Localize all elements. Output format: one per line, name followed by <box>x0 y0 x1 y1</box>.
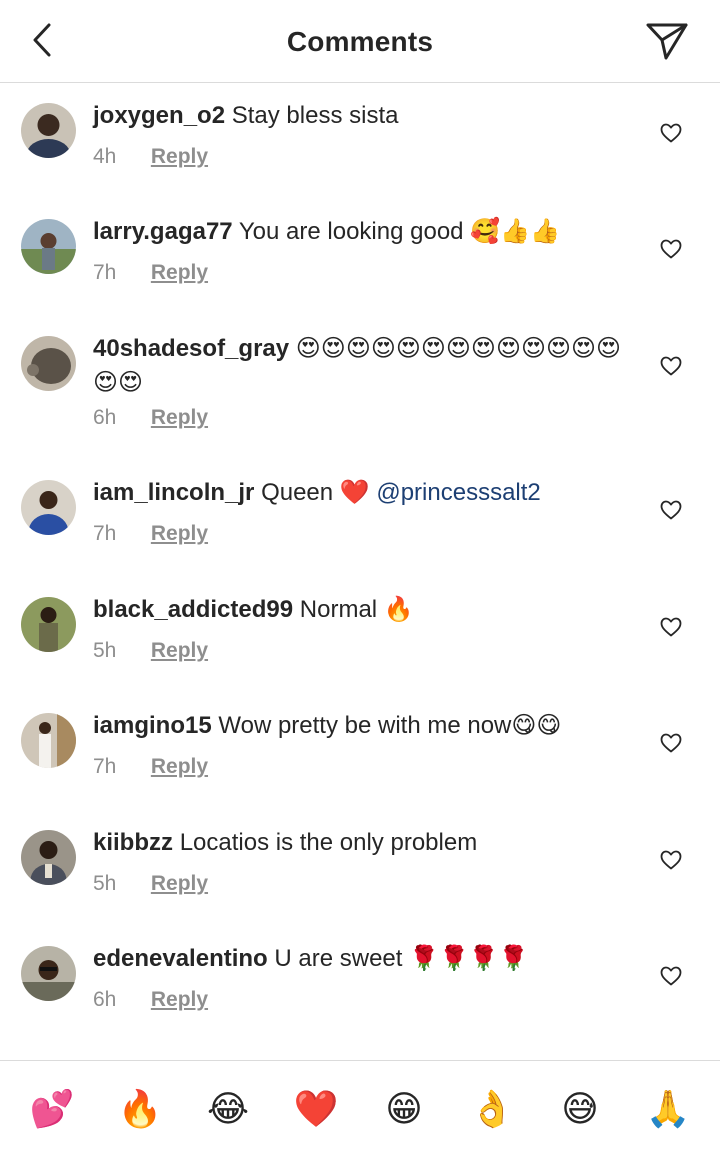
like-button[interactable] <box>658 849 684 875</box>
comment-body: Wow pretty be with me now😋😋 <box>218 712 562 739</box>
like-button[interactable] <box>658 965 684 991</box>
like-button[interactable] <box>658 616 684 642</box>
avatar[interactable] <box>21 480 76 535</box>
emoji-tears-of-joy-button[interactable]: 😂 <box>198 1079 258 1139</box>
comment-text: iamgino15 Wow pretty be with me now😋😋 <box>93 709 633 743</box>
heart-outline-icon <box>660 617 682 642</box>
comment-body: Locatios is the only problem <box>179 829 478 856</box>
comment-username[interactable]: black_addicted99 <box>93 596 293 623</box>
comment-meta: 7h Reply <box>93 261 208 285</box>
comment-username[interactable]: iam_lincoln_jr <box>93 479 254 506</box>
comment-username[interactable]: kiibbzz <box>93 829 173 856</box>
comment-username[interactable]: edenevalentino <box>93 945 268 972</box>
emoji-grin-button[interactable]: 😁 <box>374 1079 434 1139</box>
header: Comments <box>0 0 720 83</box>
comment-time: 5h <box>93 639 117 662</box>
comment-time: 7h <box>93 755 117 778</box>
reply-button[interactable]: Reply <box>151 872 208 895</box>
comment-meta: 6h Reply <box>93 988 208 1012</box>
comment-meta: 7h Reply <box>93 755 208 779</box>
avatar[interactable] <box>21 219 76 274</box>
emoji-red-heart-button[interactable]: ❤️ <box>286 1079 346 1139</box>
comment-time: 7h <box>93 522 117 545</box>
comment-text: edenevalentino U are sweet 🌹🌹🌹🌹 <box>93 942 633 976</box>
avatar[interactable] <box>21 336 76 391</box>
comment-time: 7h <box>93 261 117 284</box>
like-button[interactable] <box>658 355 684 381</box>
heart-outline-icon <box>660 850 682 875</box>
paper-plane-icon <box>646 22 688 65</box>
emoji-folded-hands-button[interactable]: 🙏 <box>638 1079 698 1139</box>
heart-outline-icon <box>660 356 682 381</box>
comment-meta: 4h Reply <box>93 145 208 169</box>
like-button[interactable] <box>658 238 684 264</box>
comment-username[interactable]: larry.gaga77 <box>93 218 233 245</box>
reply-button[interactable]: Reply <box>151 755 208 778</box>
comment-text: 40shadesof_gray 😍😍😍😍😍😍😍😍😍😍😍😍😍😍😍 <box>93 332 633 400</box>
reply-button[interactable]: Reply <box>151 522 208 545</box>
reply-button[interactable]: Reply <box>151 406 208 429</box>
comment-username[interactable]: joxygen_o2 <box>93 102 225 129</box>
reply-button[interactable]: Reply <box>151 145 208 168</box>
comment-text: larry.gaga77 You are looking good 🥰👍👍 <box>93 215 633 249</box>
comment-username[interactable]: 40shadesof_gray <box>93 335 289 362</box>
avatar[interactable] <box>21 103 76 158</box>
comment-body: Queen ❤️ <box>261 479 370 506</box>
comment-meta: 5h Reply <box>93 872 208 896</box>
comment-username[interactable]: iamgino15 <box>93 712 212 739</box>
comment-body: U are sweet 🌹🌹🌹🌹 <box>274 945 529 972</box>
heart-outline-icon <box>660 500 682 525</box>
comment-body: Normal 🔥 <box>299 596 414 623</box>
comments-screen: Comments joxygen_o2 Stay bless sista 4h … <box>0 0 720 1157</box>
comment-meta: 7h Reply <box>93 522 208 546</box>
reply-button[interactable]: Reply <box>151 988 208 1011</box>
reply-button[interactable]: Reply <box>151 261 208 284</box>
comment-text: kiibbzz Locatios is the only problem <box>93 826 633 860</box>
comment-meta: 5h Reply <box>93 639 208 663</box>
comment-time: 4h <box>93 145 117 168</box>
emoji-sweat-smile-button[interactable]: 😅 <box>550 1079 610 1139</box>
comment-body: You are looking good 🥰👍👍 <box>238 218 560 245</box>
comment-body: Stay bless sista <box>231 102 399 129</box>
quick-emoji-bar: 💕 🔥 😂 ❤️ 😁 👌 😅 🙏 <box>0 1060 720 1157</box>
comment-time: 5h <box>93 872 117 895</box>
reply-button[interactable]: Reply <box>151 639 208 662</box>
page-title: Comments <box>286 26 434 57</box>
emoji-two-hearts-button[interactable]: 💕 <box>22 1079 82 1139</box>
avatar[interactable] <box>21 946 76 1001</box>
like-button[interactable] <box>658 122 684 148</box>
avatar[interactable] <box>21 713 76 768</box>
like-button[interactable] <box>658 732 684 758</box>
comment-text: iam_lincoln_jr Queen ❤️ @princesssalt2 <box>93 476 633 510</box>
mention-link[interactable]: @princesssalt2 <box>376 479 540 506</box>
heart-outline-icon <box>660 966 682 991</box>
emoji-fire-button[interactable]: 🔥 <box>110 1079 170 1139</box>
heart-outline-icon <box>660 239 682 264</box>
emoji-ok-hand-button[interactable]: 👌 <box>462 1079 522 1139</box>
heart-outline-icon <box>660 123 682 148</box>
heart-outline-icon <box>660 733 682 758</box>
avatar[interactable] <box>21 830 76 885</box>
comment-text: black_addicted99 Normal 🔥 <box>93 593 633 627</box>
avatar[interactable] <box>21 597 76 652</box>
comment-time: 6h <box>93 988 117 1011</box>
like-button[interactable] <box>658 499 684 525</box>
comment-time: 6h <box>93 406 117 429</box>
share-button[interactable] <box>644 22 690 64</box>
comment-meta: 6h Reply <box>93 406 208 430</box>
comment-text: joxygen_o2 Stay bless sista <box>93 99 633 133</box>
